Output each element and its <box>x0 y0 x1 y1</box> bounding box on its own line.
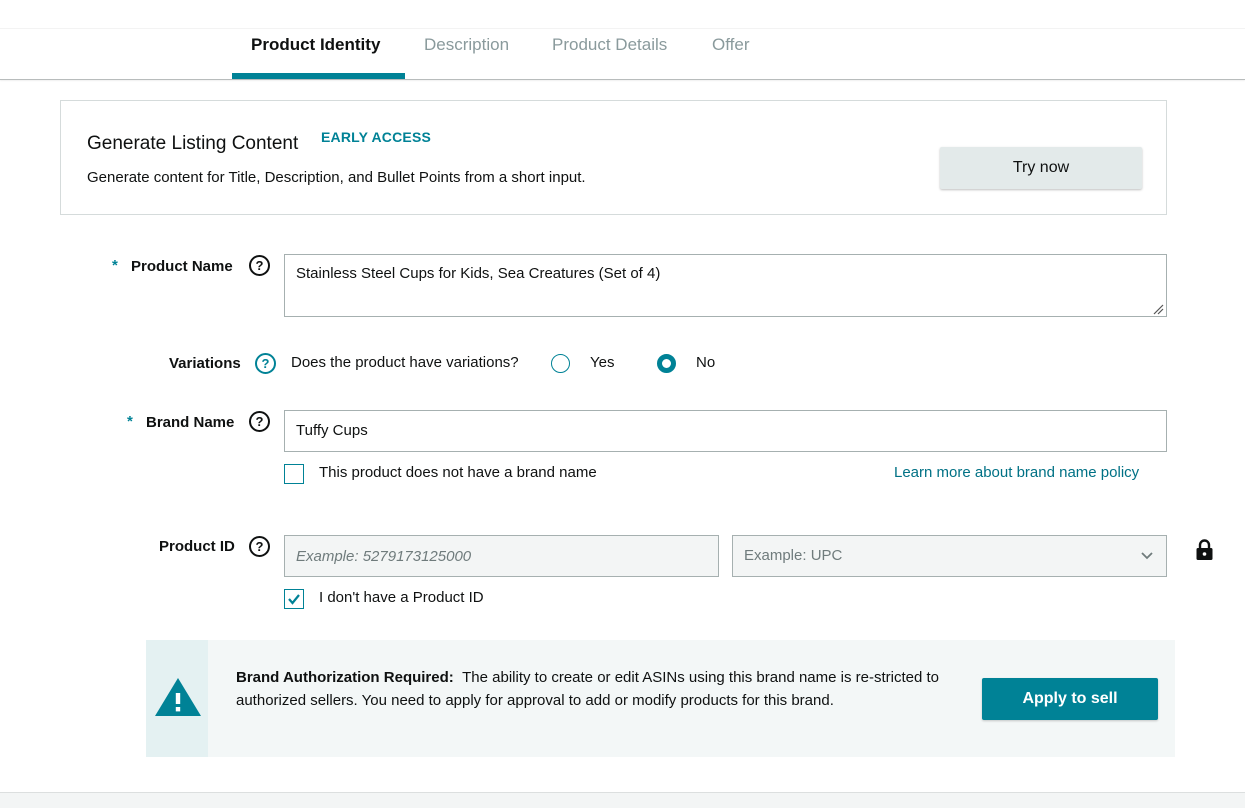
tab-offer[interactable]: Offer <box>712 31 749 82</box>
no-product-id-checkbox-label[interactable]: I don't have a Product ID <box>319 589 484 606</box>
product-id-type-select[interactable]: Example: UPC <box>732 535 1167 577</box>
checkmark-icon <box>288 594 300 605</box>
generate-listing-title: Generate Listing Content <box>87 133 299 154</box>
chevron-down-icon <box>1141 552 1153 560</box>
product-name-label: Product Name <box>131 258 233 275</box>
resize-handle-icon[interactable] <box>1152 303 1164 315</box>
question-circle-icon[interactable]: ? <box>249 411 270 432</box>
brand-name-input[interactable]: Tuffy Cups <box>284 410 1167 452</box>
brand-policy-link[interactable]: Learn more about brand name policy <box>894 464 1139 481</box>
early-access-badge: EARLY ACCESS <box>321 129 432 145</box>
generate-listing-card: Generate Listing Content EARLY ACCESS Ge… <box>60 100 1167 215</box>
brand-authorization-alert: Brand Authorization Required: The abilit… <box>146 640 1175 757</box>
tab-bar: Product Identity Description Product Det… <box>0 28 1245 80</box>
lock-icon <box>1196 539 1213 560</box>
product-id-input[interactable] <box>284 535 719 577</box>
variations-no-radio[interactable] <box>657 354 676 373</box>
apply-to-sell-button[interactable]: Apply to sell <box>982 678 1158 720</box>
no-brand-checkbox[interactable] <box>284 464 304 484</box>
question-circle-icon[interactable]: ? <box>255 353 276 374</box>
variations-yes-label[interactable]: Yes <box>590 354 614 371</box>
product-name-input[interactable] <box>284 254 1167 317</box>
product-id-type-placeholder: Example: UPC <box>744 547 843 564</box>
alert-title: Brand Authorization Required: <box>236 669 454 686</box>
alert-icon-panel <box>146 640 208 757</box>
alert-message: Brand Authorization Required: The abilit… <box>236 666 946 712</box>
no-product-id-checkbox[interactable] <box>284 589 304 609</box>
page: Product Identity Description Product Det… <box>0 0 1245 808</box>
product-id-label: Product ID <box>159 538 235 555</box>
question-circle-icon[interactable]: ? <box>249 536 270 557</box>
footer-strip <box>0 792 1245 808</box>
no-brand-checkbox-label[interactable]: This product does not have a brand name <box>319 464 597 481</box>
required-marker: * <box>127 413 133 430</box>
variations-yes-radio[interactable] <box>551 354 570 373</box>
variations-label: Variations <box>169 355 241 372</box>
active-tab-indicator <box>232 73 405 79</box>
warning-triangle-icon <box>155 678 201 716</box>
generate-listing-description: Generate content for Title, Description,… <box>87 169 586 186</box>
variations-no-label[interactable]: No <box>696 354 715 371</box>
tab-description[interactable]: Description <box>424 31 509 82</box>
try-now-button[interactable]: Try now <box>940 147 1142 189</box>
variations-question: Does the product have variations? <box>291 354 519 371</box>
required-marker: * <box>112 257 118 274</box>
tab-product-details[interactable]: Product Details <box>552 31 667 82</box>
brand-name-label: Brand Name <box>146 414 235 431</box>
question-circle-icon[interactable]: ? <box>249 255 270 276</box>
